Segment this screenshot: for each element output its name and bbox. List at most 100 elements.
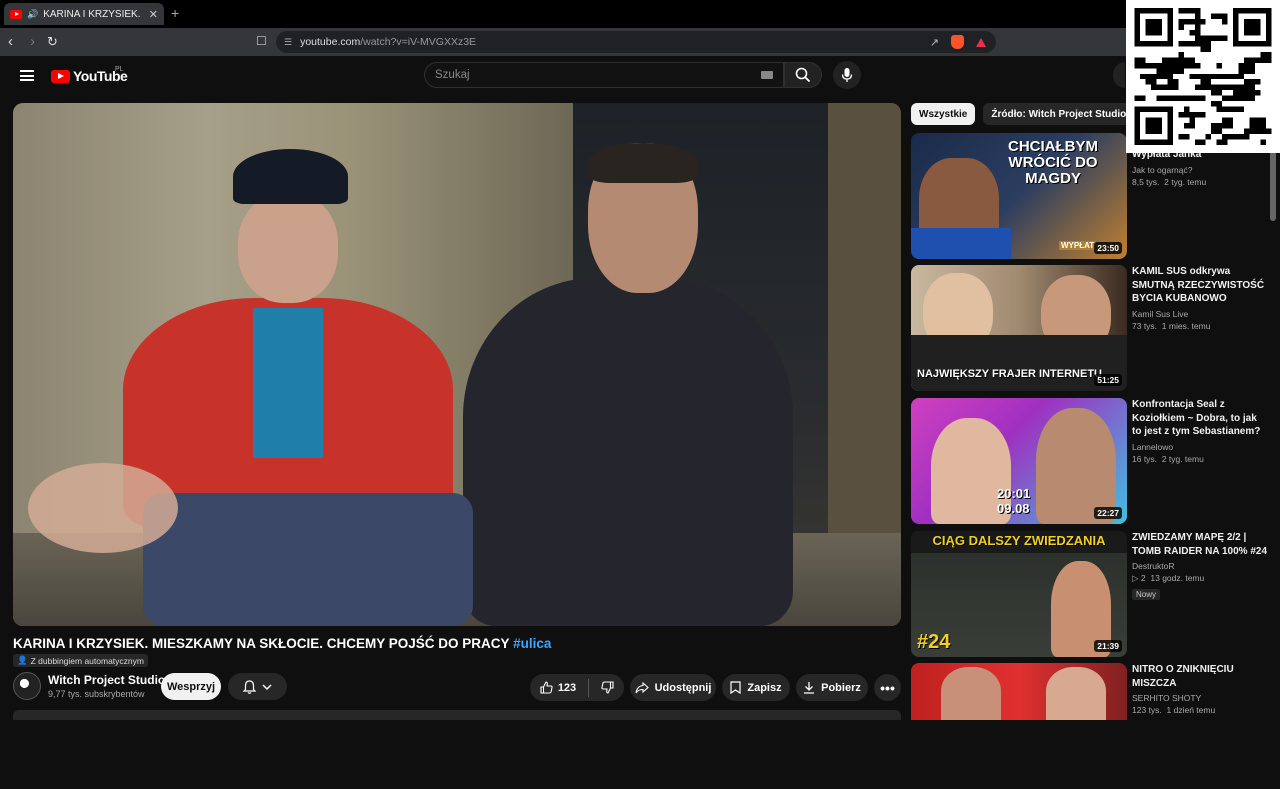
recommendation-item[interactable]: NITRO O ZNIKNIĘCIU MISZCZA SERHITO SHOTY… xyxy=(911,663,1271,789)
thumbnail-badge: WYPŁAT xyxy=(1059,241,1097,250)
address-bar[interactable]: ☰ youtube.com/watch?v=iV-MVGXXz3E ↗ xyxy=(276,31,996,53)
video-player[interactable] xyxy=(13,103,901,626)
new-tab-button[interactable]: + xyxy=(171,5,179,21)
duration-badge: 51:25 xyxy=(1094,374,1122,386)
back-arrow-icon[interactable]: ‹ xyxy=(8,33,13,50)
recommendation-item[interactable]: 20:01 09.08 22:27 Konfrontacja Seal z Ko… xyxy=(911,398,1271,524)
like-separator xyxy=(588,678,590,697)
notifications-button[interactable] xyxy=(228,673,287,700)
thumbnail-time: 20:01 xyxy=(997,486,1031,501)
recommendation-title[interactable]: ZWIEDZAMY MAPĘ 2/2 | TOMB RAIDER NA 100%… xyxy=(1132,531,1268,558)
youtube-header: YouTube PL Szukaj xyxy=(0,56,1280,96)
more-actions-button[interactable]: ••• xyxy=(874,674,901,701)
thumbnail[interactable]: CIĄG DALSZY ZWIEDZANIA #24 21:39 xyxy=(911,531,1127,657)
url-path: /watch?v=iV-MVGXXz3E xyxy=(360,36,477,48)
thumbs-down-icon[interactable] xyxy=(601,681,614,694)
recommendation-meta: KAMIL SUS odkrywa SMUTNĄ RZECZYWISTOŚĆ B… xyxy=(1132,265,1268,331)
recommendation-channel[interactable]: Jak to ogarnąć? xyxy=(1132,165,1268,175)
video-person-man xyxy=(443,143,843,626)
thumbnail-number: #24 xyxy=(917,631,951,653)
new-badge: Nowy xyxy=(1132,589,1161,600)
duration-badge: 23:50 xyxy=(1094,242,1122,254)
microphone-icon xyxy=(841,68,853,82)
search-input[interactable]: Szukaj xyxy=(424,62,784,88)
recommendation-stats: 123 tys. 1 dzień temu xyxy=(1132,705,1216,715)
save-label: Zapisz xyxy=(747,681,782,694)
like-button[interactable]: 123 xyxy=(540,681,576,694)
thumbnail[interactable]: 20:01 09.08 22:27 xyxy=(911,398,1127,524)
download-icon xyxy=(804,682,815,694)
voice-search-button[interactable] xyxy=(833,61,861,89)
recommendation-stats: 8,5 tys. 2 tyg. temu xyxy=(1132,176,1207,187)
save-button[interactable]: Zapisz xyxy=(722,674,790,701)
thumbnail-text: CIĄG DALSZY ZWIEDZANIA xyxy=(932,533,1106,548)
qr-code-image xyxy=(1126,0,1280,153)
thumbnail-date: 09.08 xyxy=(997,501,1030,516)
menu-icon[interactable] xyxy=(20,70,34,81)
share-button[interactable]: Udostępnij xyxy=(630,674,716,701)
search-placeholder: Szukaj xyxy=(435,69,470,81)
dubbing-badge[interactable]: 👤 Z dubbingiem automatycznym xyxy=(13,654,148,667)
recommendation-channel[interactable]: SERHITO SHOTY xyxy=(1132,693,1268,703)
thumbnail[interactable]: NAJWIĘKSZY FRAJER INTERNETU 51:25 xyxy=(911,265,1127,391)
reload-icon[interactable]: ↻ xyxy=(47,34,58,50)
tab-close-icon[interactable]: ✕ xyxy=(149,8,158,21)
bell-icon xyxy=(243,679,256,694)
brave-rewards-icon[interactable] xyxy=(976,37,986,47)
filter-chips: Wszystkie Źródło: Witch Project Studio P xyxy=(911,103,1153,125)
tab-title: KARINA I KRZYSIEK. MIESZKAMY xyxy=(43,8,144,20)
browser-toolbar: ‹ › ↻ ☐ ☰ youtube.com/watch?v=iV-MVGXXz3… xyxy=(0,28,1280,56)
recommendation-stats: ▷ 2 13 godz. temu xyxy=(1132,573,1205,583)
channel-name[interactable]: Witch Project Studio xyxy=(48,673,165,687)
share-label: Udostępnij xyxy=(654,681,712,694)
hashtag-link[interactable]: #ulica xyxy=(513,636,551,651)
site-info-icon[interactable]: ☰ xyxy=(284,37,292,48)
search-icon xyxy=(795,67,811,83)
recommendation-meta: NITRO O ZNIKNIĘCIU MISZCZA SERHITO SHOTY… xyxy=(1132,663,1268,715)
duration-badge: 22:27 xyxy=(1094,507,1122,519)
recommendation-stats: 73 tys. 1 mies. temu xyxy=(1132,320,1211,331)
chevron-down-icon xyxy=(262,683,272,690)
download-label: Pobierz xyxy=(821,681,861,694)
download-button[interactable]: Pobierz xyxy=(796,674,868,701)
share-icon xyxy=(635,681,649,693)
sidebar-scrollbar[interactable] xyxy=(1270,103,1276,715)
thumbs-up-icon xyxy=(540,681,553,694)
youtube-logo-icon xyxy=(51,69,70,83)
browser-tab[interactable]: 🔊 KARINA I KRZYSIEK. MIESZKAMY ✕ xyxy=(4,3,164,25)
brave-shield-icon[interactable] xyxy=(951,35,964,49)
recommendation-title[interactable]: KAMIL SUS odkrywa SMUTNĄ RZECZYWISTOŚĆ B… xyxy=(1132,265,1268,306)
recommendation-channel[interactable]: Kamil Sus Live xyxy=(1132,309,1268,319)
recommendation-item[interactable]: NAJWIĘKSZY FRAJER INTERNETU 51:25 KAMIL … xyxy=(911,265,1271,391)
subscriber-count: 9,77 tys. subskrybentów xyxy=(48,689,145,699)
channel-avatar[interactable] xyxy=(13,672,41,700)
recommendation-channel[interactable]: Lannelowo xyxy=(1132,442,1268,452)
keyboard-icon[interactable] xyxy=(761,71,773,79)
search-button[interactable] xyxy=(784,62,822,88)
thumbnail-text: NAJWIĘKSZY FRAJER INTERNETU xyxy=(917,368,1102,380)
bookmark-icon[interactable]: ☐ xyxy=(256,34,267,48)
thumbnail-text: CHCIAŁBYM WRÓCIĆ DO MAGDY xyxy=(1008,138,1098,187)
description-box[interactable] xyxy=(13,710,901,720)
chip-source-channel[interactable]: Źródło: Witch Project Studio xyxy=(983,103,1135,125)
thumbnail[interactable] xyxy=(911,663,1127,720)
url-host: youtube.com xyxy=(300,36,361,48)
chip-all[interactable]: Wszystkie xyxy=(911,103,976,125)
recommendation-meta: ZWIEDZAMY MAPĘ 2/2 | TOMB RAIDER NA 100%… xyxy=(1132,531,1268,602)
dubbing-icon: 👤 xyxy=(17,655,28,665)
recommendation-title[interactable]: Konfrontacja Seal z Koziołkiem ~ Dobra, … xyxy=(1132,398,1268,439)
dubbing-label: Z dubbingiem automatycznym xyxy=(30,655,144,666)
forward-arrow-icon[interactable]: › xyxy=(30,33,35,50)
bookmark-save-icon xyxy=(730,681,741,694)
qr-code-icon xyxy=(1134,8,1272,145)
thumbnail[interactable]: CHCIAŁBYM WRÓCIĆ DO MAGDY WYPŁAT 23:50 xyxy=(911,133,1127,259)
duration-badge: 21:39 xyxy=(1094,640,1122,652)
open-external-icon[interactable]: ↗ xyxy=(930,36,939,49)
support-button[interactable]: Wesprzyj xyxy=(161,673,221,700)
video-person-woman xyxy=(28,149,473,626)
recommendation-channel[interactable]: DestruktoR xyxy=(1132,561,1268,571)
browser-tabbar: 🔊 KARINA I KRZYSIEK. MIESZKAMY ✕ + xyxy=(0,0,1280,28)
recommendation-stats: 16 tys. 2 tyg. temu xyxy=(1132,453,1204,464)
recommendation-title[interactable]: NITRO O ZNIKNIĘCIU MISZCZA xyxy=(1132,663,1268,690)
recommendation-item[interactable]: CIĄG DALSZY ZWIEDZANIA #24 21:39 ZWIEDZA… xyxy=(911,531,1271,657)
